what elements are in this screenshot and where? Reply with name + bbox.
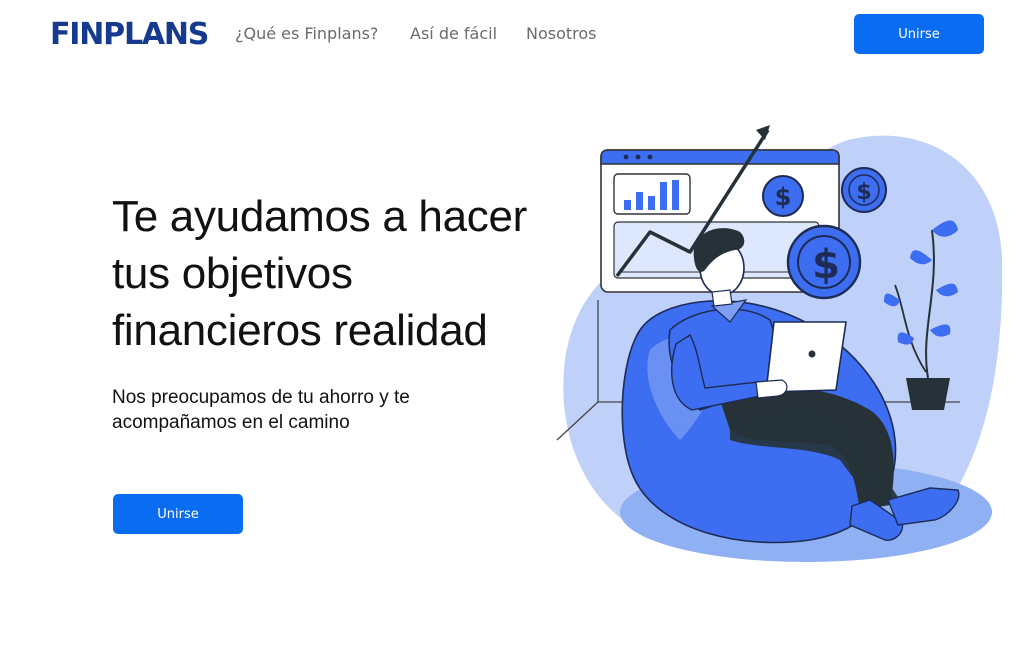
laptop-logo-icon [808,350,816,358]
hero-title-line: Te ayudamos a hacer [112,192,527,241]
finplans-logo[interactable]: FINPLANS [50,15,209,55]
nav-link-que-es[interactable]: ¿Qué es Finplans? [235,22,378,46]
hero-subtitle-line: Nos preocupamos de tu ahorro y te [112,387,410,408]
bar-chart-bar [660,182,667,210]
hero-title-line: financieros realidad [112,306,488,355]
flower-pot [906,378,950,410]
dollar-coin-symbol: $ [856,180,871,205]
bar-chart-bar [672,180,679,210]
top-navbar: FINPLANS ¿Qué es Finplans? Así de fácil … [0,0,1036,68]
nav-link-nosotros[interactable]: Nosotros [526,22,597,46]
bar-chart-bar [636,192,643,210]
hero-subtitle-line: acompañamos en el camino [112,412,350,433]
bar-chart-bar [648,196,655,210]
finance-illustration: $ $ $ [556,125,1003,562]
hero-subtitle: Nos preocupamos de tu ahorro y te acompa… [112,385,472,435]
header-join-button[interactable]: Unirse [854,14,984,54]
hero-title-line: tus objetivos [112,249,353,298]
window-dot-icon [635,154,641,160]
dollar-coin-symbol: $ [812,242,840,288]
window-dot-icon [647,154,653,160]
hero-title: Te ayudamos a hacer tus objetivos financ… [112,188,572,359]
bar-chart-bar [624,200,631,210]
dollar-coin-symbol: $ [775,183,792,211]
person-neck [711,289,733,307]
window-dot-icon [623,154,629,160]
hero-join-button[interactable]: Unirse [113,494,243,534]
nav-link-asi-de-facil[interactable]: Así de fácil [410,22,497,46]
